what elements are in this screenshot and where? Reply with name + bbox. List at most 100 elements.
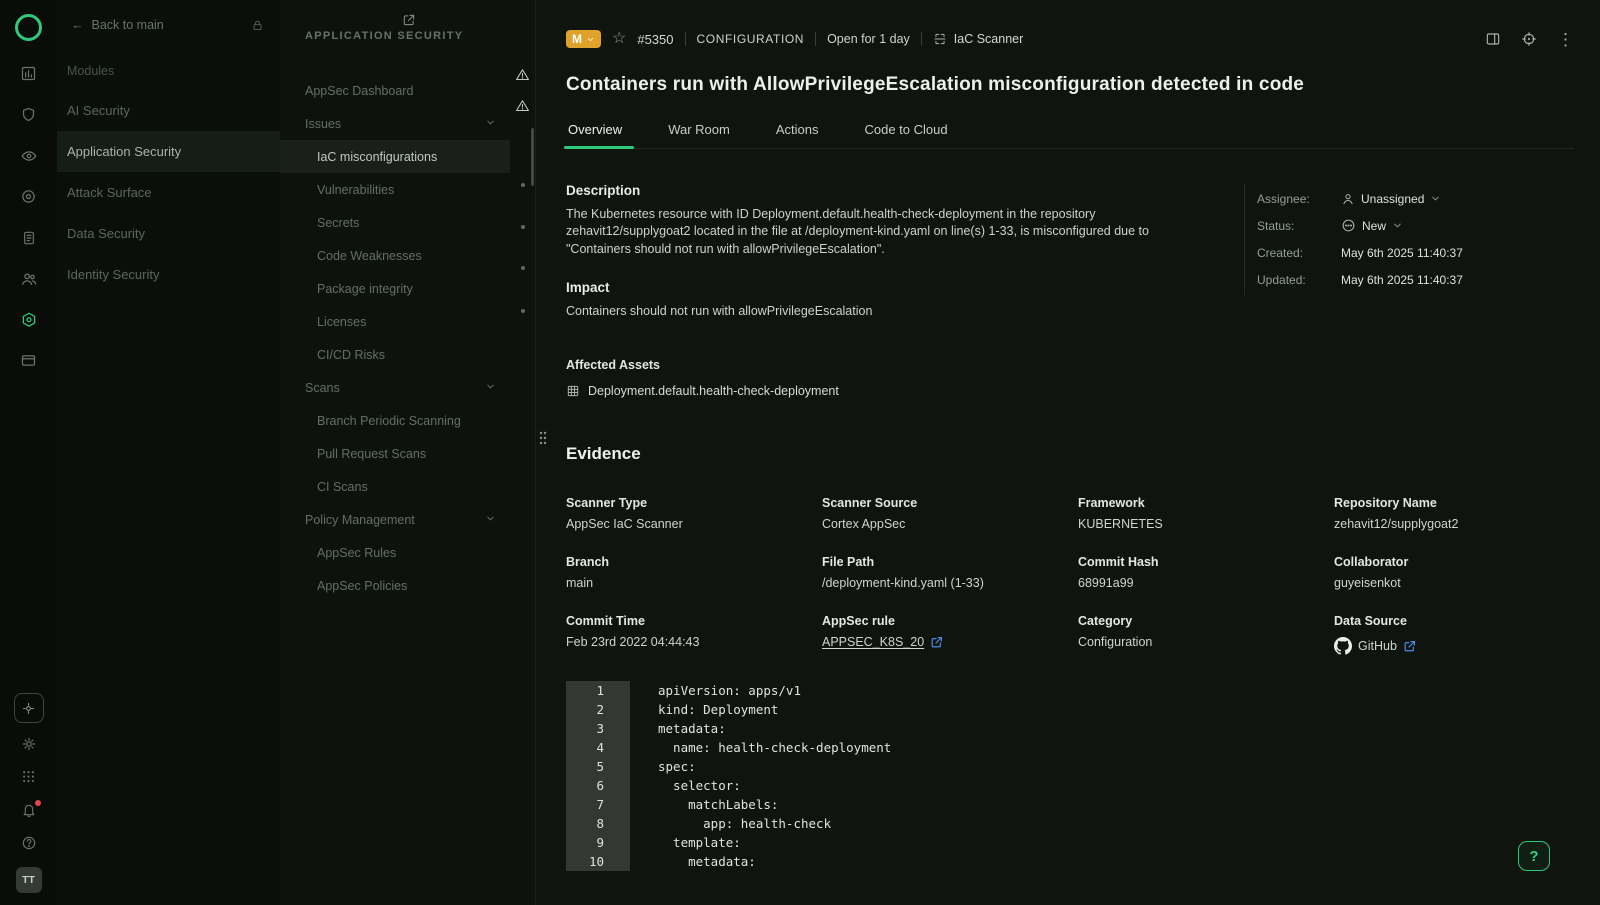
status-select[interactable]: New <box>1341 218 1403 233</box>
chevron-down-icon <box>1392 220 1403 231</box>
data-source-value: GitHub <box>1358 639 1397 653</box>
subnav-item-branch-periodic-scanning[interactable]: Branch Periodic Scanning <box>280 404 510 437</box>
subnav-item-ci-scans[interactable]: CI Scans <box>280 470 510 503</box>
tab-war-room[interactable]: War Room <box>666 116 732 148</box>
tab-overview[interactable]: Overview <box>566 116 624 148</box>
edge-dot <box>521 266 525 270</box>
assignee-select[interactable]: Unassigned <box>1341 192 1441 206</box>
description-column: Description The Kubernetes resource with… <box>566 183 1244 398</box>
rail-hub-button[interactable] <box>14 693 44 723</box>
edge-dot <box>521 183 525 187</box>
scanner-icon <box>933 32 947 46</box>
issue-detail-panel: M ☆ #5350 CONFIGURATION Open for 1 day I… <box>536 0 1600 905</box>
back-to-main-label: Back to main <box>92 18 164 32</box>
assignee-label: Assignee: <box>1257 192 1341 206</box>
nav-item-attack-surface[interactable]: Attack Surface <box>57 172 280 213</box>
subnav-item-pull-request-scans[interactable]: Pull Request Scans <box>280 437 510 470</box>
description-title: Description <box>566 183 1214 198</box>
bell-icon <box>21 802 37 818</box>
code-line: 7 matchLabels: <box>566 795 1574 814</box>
layout-panel-icon[interactable] <box>1485 31 1501 47</box>
chevron-down-icon <box>586 35 595 44</box>
created-label: Created: <box>1257 246 1341 260</box>
rail-help-button[interactable] <box>0 826 57 859</box>
subnav-item-licenses[interactable]: Licenses <box>280 305 510 338</box>
subnav-item-package-integrity[interactable]: Package integrity <box>280 272 510 305</box>
subnav-item-appsec-policies[interactable]: AppSec Policies <box>280 569 510 602</box>
back-to-main-link[interactable]: ← Back to main <box>57 18 280 32</box>
help-circle-icon <box>21 835 37 851</box>
subnav-group-issues[interactable]: Issues <box>280 107 510 140</box>
user-avatar[interactable]: TT <box>16 867 42 893</box>
rail-application-security-button[interactable] <box>0 299 57 340</box>
rail-dashboards-button[interactable] <box>0 53 57 94</box>
nav-item-data-security[interactable]: Data Security <box>57 213 280 254</box>
affected-asset-link[interactable]: Deployment.default.health-check-deployme… <box>566 384 1214 398</box>
appsec-rule-link[interactable]: APPSEC_K8S_20 <box>822 635 924 649</box>
panel-drag-handle[interactable] <box>538 430 548 451</box>
field-data-source: Data Source GitHub <box>1334 614 1574 655</box>
rail-assets-button[interactable] <box>0 340 57 381</box>
nav-item-ai-security[interactable]: AI Security <box>57 90 280 131</box>
rail-notifications-button[interactable] <box>0 793 57 826</box>
scanner-chip: IaC Scanner <box>933 32 1023 46</box>
chevron-down-icon <box>485 381 496 395</box>
kebab-menu-icon[interactable]: ⋮ <box>1557 31 1574 48</box>
help-fab-button[interactable]: ? <box>1518 841 1550 871</box>
affected-assets-title: Affected Assets <box>566 358 1214 372</box>
subnav-group-scans[interactable]: Scans <box>280 371 510 404</box>
field-commit-hash: Commit Hash68991a99 <box>1078 555 1318 590</box>
star-icon[interactable]: ☆ <box>612 31 626 47</box>
code-line: 8 app: health-check <box>566 814 1574 833</box>
subnav-item-appsec-rules[interactable]: AppSec Rules <box>280 536 510 569</box>
tab-code-to-cloud[interactable]: Code to Cloud <box>862 116 949 148</box>
chevron-down-icon <box>485 513 496 527</box>
flyout-list: AppSec Dashboard Issues IaC misconfigura… <box>280 74 510 602</box>
subnav-group-policy-management[interactable]: Policy Management <box>280 503 510 536</box>
popout-icon[interactable] <box>402 13 416 27</box>
issue-id: #5350 <box>637 32 673 47</box>
code-line: 6 selector: <box>566 776 1574 795</box>
subnav-item-code-weaknesses[interactable]: Code Weaknesses <box>280 239 510 272</box>
rail-identity-button[interactable] <box>0 258 57 299</box>
subnav-item-cicd-risks[interactable]: CI/CD Risks <box>280 338 510 371</box>
external-link-icon[interactable] <box>1403 640 1416 653</box>
deployment-grid-icon <box>566 384 580 398</box>
rail-apps-button[interactable] <box>0 760 57 793</box>
severity-badge[interactable]: M <box>566 30 601 48</box>
external-link-icon[interactable] <box>930 636 943 649</box>
rail-reports-button[interactable] <box>0 217 57 258</box>
subnav-item-appsec-dashboard[interactable]: AppSec Dashboard <box>280 74 510 107</box>
topbar-actions: ⋮ <box>1485 31 1574 48</box>
evidence-section: Evidence Scanner TypeAppSec IaC Scanner … <box>566 444 1574 871</box>
code-line: 4 name: health-check-deployment <box>566 738 1574 757</box>
edge-dot <box>521 225 525 229</box>
scrollbar-thumb[interactable] <box>531 128 534 186</box>
subnav-item-secrets[interactable]: Secrets <box>280 206 510 239</box>
rail-visibility-button[interactable] <box>0 135 57 176</box>
nav-list: AI Security Application Security Attack … <box>57 90 280 295</box>
status-new-icon <box>1341 218 1356 233</box>
nav-item-application-security[interactable]: Application Security <box>57 131 280 172</box>
nav-item-identity-security[interactable]: Identity Security <box>57 254 280 295</box>
rail-detection-button[interactable] <box>0 176 57 217</box>
rail-shield-button[interactable] <box>0 94 57 135</box>
alert-strip <box>510 0 536 905</box>
app-root: TT ← Back to main Modules AI Security Ap… <box>0 0 1600 905</box>
field-file-path: File Path/deployment-kind.yaml (1-33) <box>822 555 1062 590</box>
code-viewer: 1apiVersion: apps/v1 2kind: Deployment 3… <box>566 681 1574 871</box>
hub-icon <box>21 701 36 716</box>
rail-settings-button[interactable] <box>0 727 57 760</box>
subnav-item-vulnerabilities[interactable]: Vulnerabilities <box>280 173 510 206</box>
assignee-value: Unassigned <box>1361 192 1424 206</box>
description-text: The Kubernetes resource with ID Deployme… <box>566 206 1166 258</box>
tab-actions[interactable]: Actions <box>774 116 821 148</box>
page-title: Containers run with AllowPrivilegeEscala… <box>566 74 1574 96</box>
divider <box>815 32 816 46</box>
appsec-flyout: APPLICATION SECURITY AppSec Dashboard Is… <box>280 0 510 905</box>
subnav-item-iac-misconfigurations[interactable]: IaC misconfigurations <box>280 140 510 173</box>
eye-icon <box>20 147 38 165</box>
crosshair-icon[interactable] <box>1521 31 1537 47</box>
assignee-row: Assignee: Unassigned <box>1257 185 1574 212</box>
updated-label: Updated: <box>1257 273 1341 287</box>
